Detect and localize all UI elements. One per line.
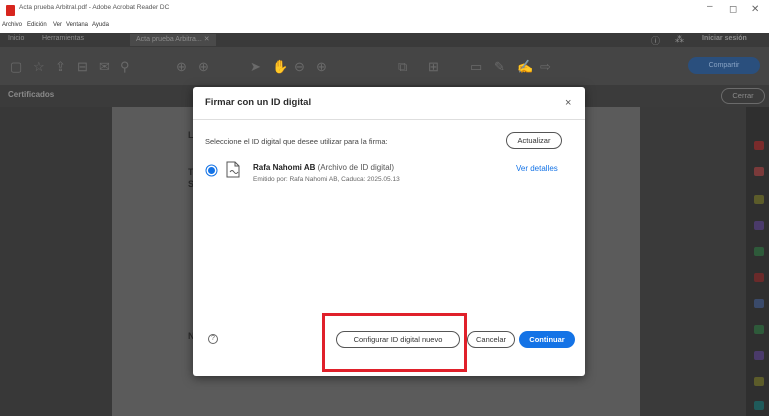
- tools-sidebar: [746, 107, 769, 416]
- fill-sign-icon[interactable]: [754, 273, 764, 282]
- close-certificates-button[interactable]: Cerrar: [721, 88, 765, 104]
- digital-id-issuer: Emitido por: Rafa Nahomi AB, Caduca: 202…: [253, 176, 400, 183]
- digital-id-type: (Archivo de ID digital): [317, 163, 395, 172]
- share-button[interactable]: Compartir: [688, 57, 760, 74]
- star-icon[interactable]: ☆: [33, 59, 45, 75]
- continue-button[interactable]: Continuar: [519, 331, 575, 348]
- fit-page-icon[interactable]: ⧉: [398, 59, 407, 75]
- search-icon[interactable]: ⚲: [120, 59, 130, 75]
- menu-archivo[interactable]: Archivo: [2, 22, 22, 28]
- close-icon[interactable]: ×: [565, 97, 571, 109]
- tab-tools[interactable]: Herramientas: [42, 35, 84, 42]
- page-up-icon[interactable]: ⊕: [176, 59, 187, 75]
- minimize-button[interactable]: –: [707, 1, 713, 12]
- menu-ventana[interactable]: Ventana: [66, 22, 88, 28]
- left-panel: [0, 107, 112, 416]
- zoom-out-icon[interactable]: ⊖: [294, 59, 305, 75]
- refresh-button[interactable]: Actualizar: [506, 132, 562, 149]
- cancel-button[interactable]: Cancelar: [467, 331, 515, 348]
- share-link-icon[interactable]: ⇨: [540, 59, 551, 75]
- digital-id-radio[interactable]: [208, 167, 215, 174]
- comment-icon[interactable]: ▭: [470, 59, 482, 75]
- maximize-button[interactable]: ◻: [729, 4, 737, 15]
- select-id-prompt: Seleccione el ID digital que desee utili…: [205, 137, 388, 146]
- dialog-divider: [193, 119, 585, 120]
- mail-icon[interactable]: ✉: [99, 59, 110, 75]
- hand-tool-icon[interactable]: ✋: [272, 59, 288, 75]
- view-details-link[interactable]: Ver detalles: [516, 164, 558, 173]
- tab-home[interactable]: Inicio: [8, 35, 24, 42]
- zoom-in-icon[interactable]: ⊕: [316, 59, 327, 75]
- highlight-box: [322, 313, 467, 372]
- menu-bar: Archivo Edición Ver Ventana Ayuda: [0, 22, 769, 33]
- window-title: Acta prueba Arbitral.pdf - Adobe Acrobat…: [19, 4, 170, 11]
- acrobat-app-icon: [6, 5, 15, 16]
- scan-icon[interactable]: [754, 351, 764, 360]
- sign-icon[interactable]: ✍: [517, 59, 533, 75]
- more-tools-icon[interactable]: [754, 377, 764, 386]
- pen-icon[interactable]: ✎: [494, 59, 505, 75]
- protect-icon[interactable]: [754, 299, 764, 308]
- window-titlebar: Acta prueba Arbitral.pdf - Adobe Acrobat…: [0, 0, 769, 22]
- comment-side-icon[interactable]: [754, 195, 764, 204]
- view-mode-icon[interactable]: ⊞: [428, 59, 439, 75]
- certificates-title: Certificados: [8, 90, 55, 99]
- help-icon[interactable]: ?: [208, 334, 218, 344]
- help-circle-icon[interactable]: ⓘ: [651, 34, 660, 47]
- organize-icon[interactable]: [754, 221, 764, 230]
- export-pdf-icon[interactable]: [754, 141, 764, 150]
- select-cursor-icon[interactable]: ➤: [250, 59, 261, 75]
- digital-id-name: Rafa Nahomi AB: [253, 163, 316, 172]
- page-down-icon[interactable]: ⊕: [198, 59, 209, 75]
- digital-id-file-icon: [226, 161, 240, 178]
- compress-icon[interactable]: [754, 325, 764, 334]
- menu-ayuda[interactable]: Ayuda: [92, 22, 109, 28]
- tab-bar: Inicio Herramientas Acta prueba Arbitra.…: [0, 33, 769, 47]
- close-window-button[interactable]: ✕: [751, 4, 759, 15]
- dialog-title: Firmar con un ID digital: [205, 97, 312, 108]
- sign-in-link[interactable]: Iniciar sesión: [702, 35, 747, 42]
- create-pdf-icon[interactable]: ▢: [10, 59, 22, 75]
- upload-icon[interactable]: ⇪: [55, 59, 66, 75]
- menu-ver[interactable]: Ver: [53, 22, 62, 28]
- menu-edicion[interactable]: Edición: [27, 22, 47, 28]
- digital-id-label: Rafa Nahomi AB (Archivo de ID digital): [253, 163, 394, 172]
- create-pdf-side-icon[interactable]: [754, 167, 764, 176]
- toolbar: ▢ ☆ ⇪ ⊟ ✉ ⚲ ⊕ ⊕ ➤ ✋ ⊖ ⊕ ⧉ ⊞ ▭ ✎ ✍ ⇨ Comp…: [0, 47, 769, 85]
- notifications-icon[interactable]: ⁂: [675, 34, 684, 45]
- certificates-icon[interactable]: [754, 401, 764, 410]
- print-icon[interactable]: ⊟: [77, 59, 88, 75]
- right-panel: [640, 107, 746, 416]
- edit-pdf-icon[interactable]: [754, 247, 764, 256]
- tab-document[interactable]: Acta prueba Arbitra... ✕: [130, 34, 216, 46]
